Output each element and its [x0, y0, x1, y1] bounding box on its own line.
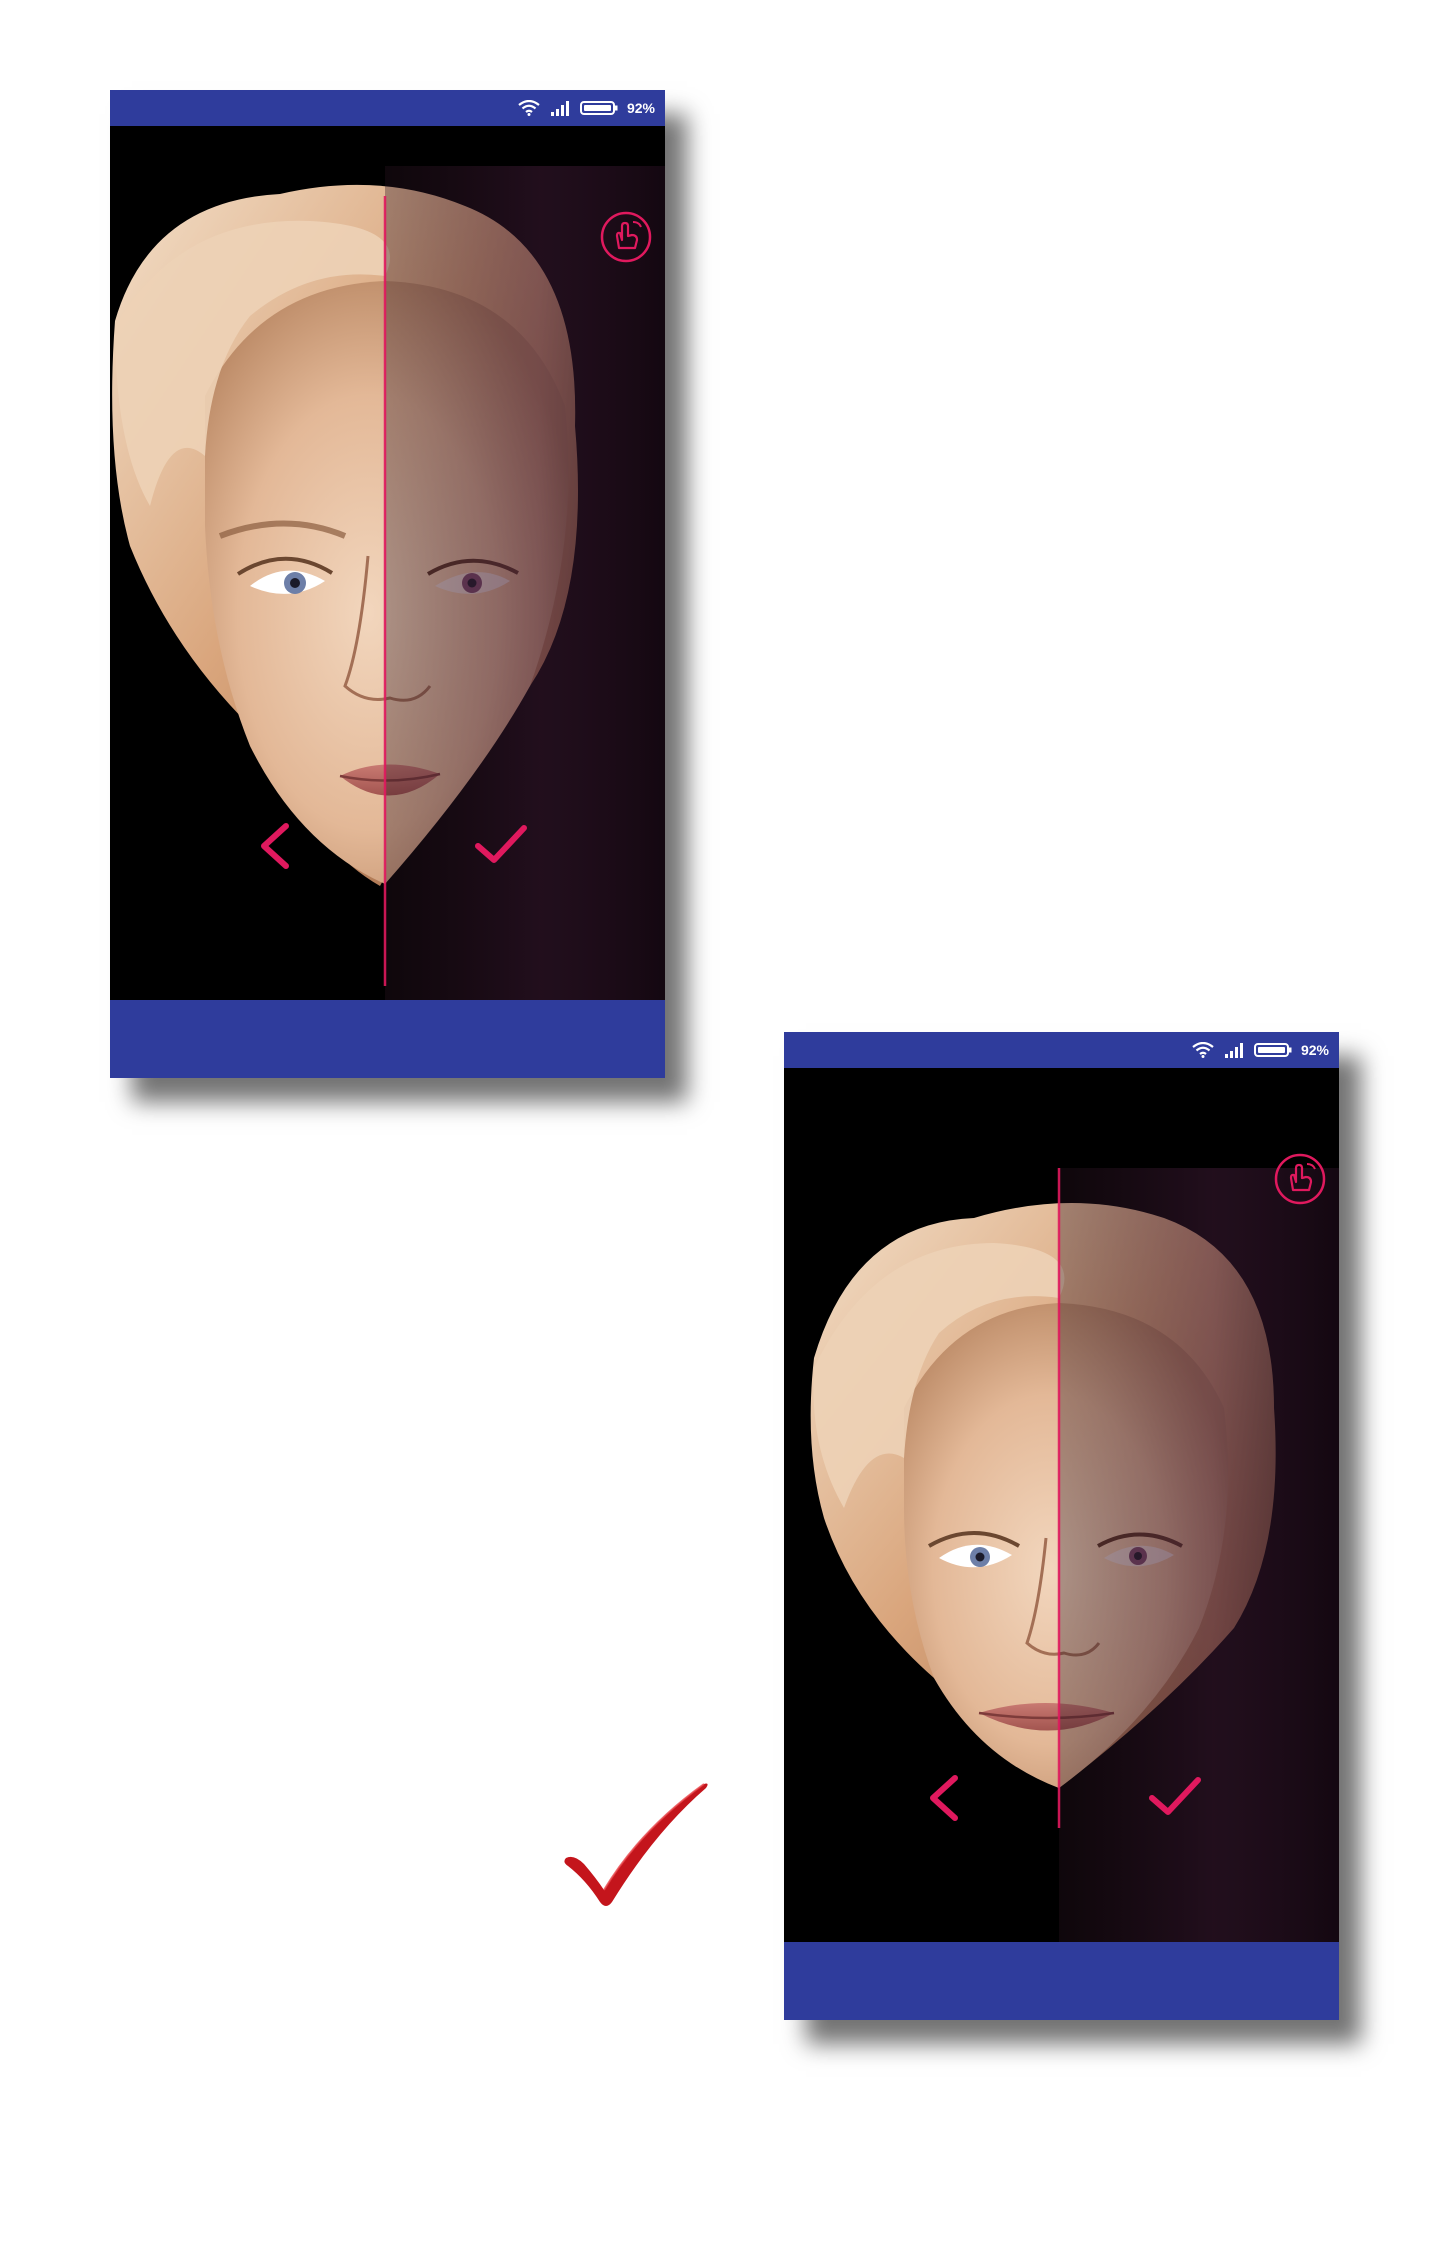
checkmark-icon [564, 1783, 708, 1906]
chevron-left-icon [930, 1775, 958, 1821]
battery-icon [579, 101, 618, 115]
face-screen [110, 126, 665, 1000]
battery-percent: 92% [626, 100, 655, 116]
status-bar: 92% [784, 1032, 1339, 1068]
phone-screen-2: 92% [784, 1032, 1339, 2020]
confirm-button[interactable] [470, 816, 530, 876]
back-button[interactable] [250, 816, 310, 876]
confirm-button[interactable] [1144, 1768, 1204, 1828]
gesture-button[interactable] [599, 210, 653, 264]
wifi-icon [518, 100, 540, 116]
phone-screen-1: 92% [110, 90, 665, 1078]
battery-percent: 92% [1300, 1042, 1329, 1058]
signal-icon [1224, 1043, 1243, 1058]
battery-icon [1253, 1043, 1292, 1057]
gesture-hand-icon [600, 211, 652, 263]
checkmark-icon [1149, 1777, 1201, 1815]
face-illustration [112, 166, 665, 1000]
bottom-bar [784, 1942, 1339, 2020]
face-screen [784, 1068, 1339, 1942]
face-illustration [810, 1168, 1339, 1942]
back-button[interactable] [919, 1768, 979, 1828]
wifi-icon [1192, 1042, 1214, 1058]
gesture-hand-icon [1274, 1153, 1326, 1205]
gesture-button[interactable] [1273, 1152, 1327, 1206]
bottom-bar [110, 1000, 665, 1078]
signal-icon [550, 101, 569, 116]
status-bar: 92% [110, 90, 665, 126]
chevron-left-icon [261, 823, 289, 869]
checkmark-icon [475, 825, 527, 863]
